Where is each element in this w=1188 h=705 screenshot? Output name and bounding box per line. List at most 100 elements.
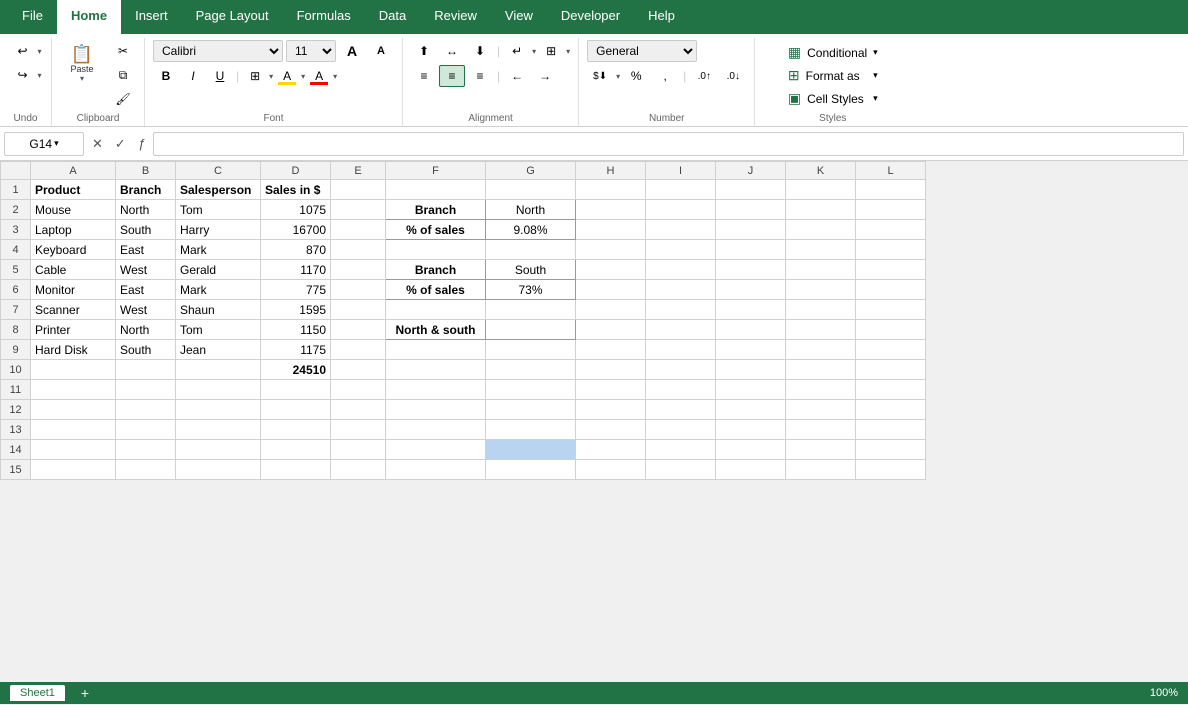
cell-K11[interactable]: [786, 380, 856, 400]
cell-D4[interactable]: 870: [261, 240, 331, 260]
cell-I8[interactable]: [646, 320, 716, 340]
cell-G14[interactable]: [486, 440, 576, 460]
merge-dropdown[interactable]: ▾: [566, 47, 570, 56]
row-header-6[interactable]: 6: [1, 280, 31, 300]
cell-D3[interactable]: 16700: [261, 220, 331, 240]
cell-D7[interactable]: 1595: [261, 300, 331, 320]
cell-B11[interactable]: [116, 380, 176, 400]
cell-I12[interactable]: [646, 400, 716, 420]
indent-increase-button[interactable]: →: [532, 65, 558, 87]
decrease-decimal-button[interactable]: .0↓: [720, 65, 746, 87]
tab-data[interactable]: Data: [365, 0, 420, 34]
row-header-12[interactable]: 12: [1, 400, 31, 420]
cell-B2[interactable]: North: [116, 200, 176, 220]
col-header-h[interactable]: H: [576, 162, 646, 180]
cell-D12[interactable]: [261, 400, 331, 420]
formula-confirm-button[interactable]: ✓: [111, 134, 130, 154]
cell-C4[interactable]: Mark: [176, 240, 261, 260]
row-header-10[interactable]: 10: [1, 360, 31, 380]
cell-G4[interactable]: [486, 240, 576, 260]
row-header-7[interactable]: 7: [1, 300, 31, 320]
cell-A14[interactable]: [31, 440, 116, 460]
font-color-dropdown[interactable]: ▾: [333, 72, 337, 81]
cell-F1[interactable]: [386, 180, 486, 200]
cell-B8[interactable]: North: [116, 320, 176, 340]
align-middle-button[interactable]: ↔: [439, 40, 465, 62]
cell-H15[interactable]: [576, 460, 646, 480]
cell-E6[interactable]: [331, 280, 386, 300]
row-header-2[interactable]: 2: [1, 200, 31, 220]
col-header-b[interactable]: B: [116, 162, 176, 180]
cell-A4[interactable]: Keyboard: [31, 240, 116, 260]
col-header-l[interactable]: L: [856, 162, 926, 180]
col-header-a[interactable]: A: [31, 162, 116, 180]
cell-E7[interactable]: [331, 300, 386, 320]
cell-G11[interactable]: [486, 380, 576, 400]
cell-F13[interactable]: [386, 420, 486, 440]
cell-J11[interactable]: [716, 380, 786, 400]
cell-I9[interactable]: [646, 340, 716, 360]
cell-K9[interactable]: [786, 340, 856, 360]
cell-L15[interactable]: [856, 460, 926, 480]
font-grow-button[interactable]: A: [339, 40, 365, 62]
cell-I1[interactable]: [646, 180, 716, 200]
cell-H1[interactable]: [576, 180, 646, 200]
cell-L7[interactable]: [856, 300, 926, 320]
row-header-11[interactable]: 11: [1, 380, 31, 400]
cell-J6[interactable]: [716, 280, 786, 300]
tab-review[interactable]: Review: [420, 0, 491, 34]
row-header-4[interactable]: 4: [1, 240, 31, 260]
cell-H10[interactable]: [576, 360, 646, 380]
cell-F9[interactable]: [386, 340, 486, 360]
wrap-dropdown[interactable]: ▾: [532, 47, 536, 56]
cell-D6[interactable]: 775: [261, 280, 331, 300]
cell-H13[interactable]: [576, 420, 646, 440]
wrap-text-button[interactable]: ↵: [504, 40, 530, 62]
merge-button[interactable]: ⊞: [538, 40, 564, 62]
format-as-dropdown-icon[interactable]: ▾: [873, 70, 878, 81]
cell-D8[interactable]: 1150: [261, 320, 331, 340]
cell-E5[interactable]: [331, 260, 386, 280]
cell-A7[interactable]: Scanner: [31, 300, 116, 320]
col-header-f[interactable]: F: [386, 162, 486, 180]
percent-button[interactable]: %: [623, 65, 649, 87]
cell-H9[interactable]: [576, 340, 646, 360]
col-header-g[interactable]: G: [486, 162, 576, 180]
cell-E3[interactable]: [331, 220, 386, 240]
tab-page-layout[interactable]: Page Layout: [182, 0, 283, 34]
cell-C13[interactable]: [176, 420, 261, 440]
redo-dropdown[interactable]: ▾: [37, 71, 41, 80]
cell-A11[interactable]: [31, 380, 116, 400]
cell-H12[interactable]: [576, 400, 646, 420]
cell-J9[interactable]: [716, 340, 786, 360]
cell-B1[interactable]: Branch: [116, 180, 176, 200]
cell-B10[interactable]: [116, 360, 176, 380]
cell-J3[interactable]: [716, 220, 786, 240]
cell-B13[interactable]: [116, 420, 176, 440]
cell-E10[interactable]: [331, 360, 386, 380]
cell-L13[interactable]: [856, 420, 926, 440]
cell-A15[interactable]: [31, 460, 116, 480]
cell-I7[interactable]: [646, 300, 716, 320]
cell-C11[interactable]: [176, 380, 261, 400]
cell-A3[interactable]: Laptop: [31, 220, 116, 240]
fill-dropdown[interactable]: ▾: [301, 72, 305, 81]
cell-B12[interactable]: [116, 400, 176, 420]
cell-G12[interactable]: [486, 400, 576, 420]
cell-I15[interactable]: [646, 460, 716, 480]
italic-button[interactable]: I: [180, 65, 206, 87]
increase-decimal-button[interactable]: .0↑: [691, 65, 717, 87]
cell-E15[interactable]: [331, 460, 386, 480]
cell-A12[interactable]: [31, 400, 116, 420]
cell-B3[interactable]: South: [116, 220, 176, 240]
align-bottom-button[interactable]: ⬇: [467, 40, 493, 62]
conditional-dropdown-icon[interactable]: ▾: [873, 47, 878, 58]
cell-L8[interactable]: [856, 320, 926, 340]
col-header-e[interactable]: E: [331, 162, 386, 180]
cell-D15[interactable]: [261, 460, 331, 480]
undo-button[interactable]: ↩: [9, 40, 35, 62]
cell-A1[interactable]: Product: [31, 180, 116, 200]
copy-button[interactable]: ⧉: [110, 64, 136, 86]
cell-A2[interactable]: Mouse: [31, 200, 116, 220]
bold-button[interactable]: B: [153, 65, 179, 87]
